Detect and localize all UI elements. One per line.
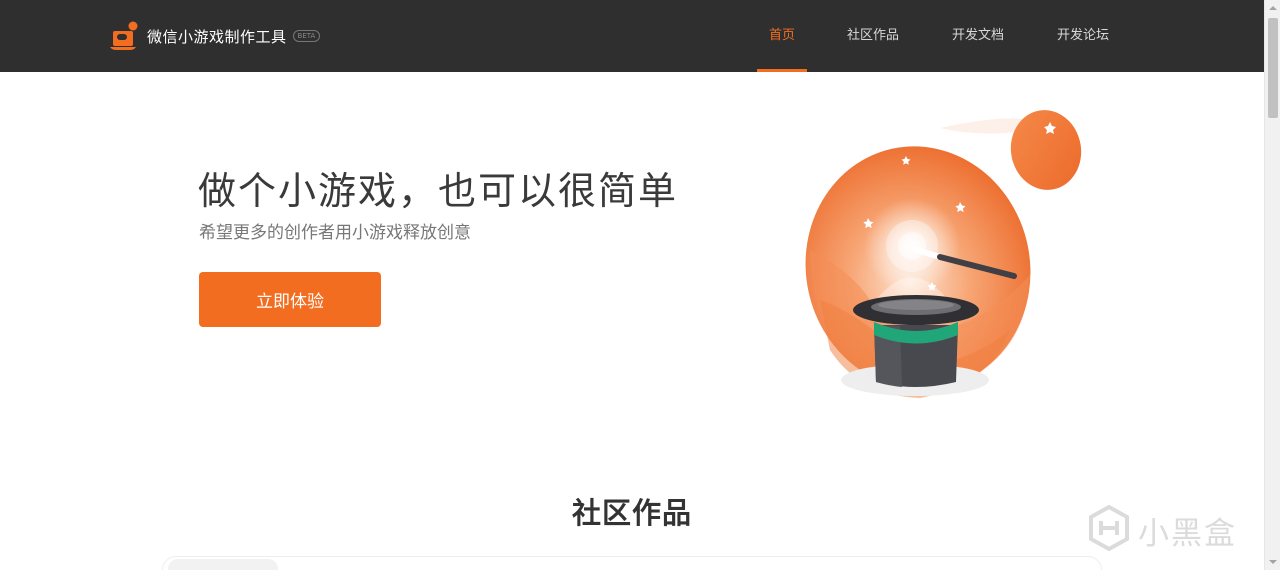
site-logo[interactable]: 微信小游戏制作工具 BETA <box>108 20 321 52</box>
hero-subtitle: 希望更多的创作者用小游戏释放创意 <box>199 223 471 243</box>
watermark: 小黑盒 <box>1088 504 1237 555</box>
nav-item-label: 首页 <box>768 28 795 43</box>
nav-item-docs[interactable]: 开发文档 <box>948 0 1008 72</box>
scroll-down-arrow-icon[interactable] <box>1265 554 1280 570</box>
magic-hat-icon <box>805 110 1082 398</box>
nav-item-label: 社区作品 <box>846 28 899 43</box>
page-scrollbar[interactable] <box>1264 0 1280 570</box>
community-work-card[interactable] <box>168 559 278 570</box>
beta-badge: BETA <box>292 30 321 42</box>
nav-item-forum[interactable]: 开发论坛 <box>1053 0 1113 72</box>
scrollbar-thumb[interactable] <box>1268 18 1278 118</box>
magic-hat-illustration <box>790 100 1100 410</box>
top-navigation-bar: 微信小游戏制作工具 BETA 首页 社区作品 开发文档 开发论坛 <box>0 0 1264 72</box>
try-now-button[interactable]: 立即体验 <box>199 272 381 327</box>
community-section-title: 社区作品 <box>571 496 692 530</box>
active-tab-indicator <box>757 69 807 72</box>
nav-item-label: 开发论坛 <box>1056 28 1109 43</box>
nav-item-label: 开发文档 <box>951 28 1004 43</box>
nav-item-community[interactable]: 社区作品 <box>843 0 903 72</box>
watermark-text: 小黑盒 <box>1138 515 1237 552</box>
logo-icon <box>108 20 140 52</box>
community-works-list <box>162 556 1102 570</box>
nav-item-home[interactable]: 首页 <box>757 0 807 72</box>
hero-title: 做个小游戏，也可以很简单 <box>198 169 679 213</box>
scroll-up-arrow-icon[interactable] <box>1265 0 1280 16</box>
heybox-logo-icon <box>1088 504 1130 555</box>
logo-text: 微信小游戏制作工具 <box>147 27 287 46</box>
